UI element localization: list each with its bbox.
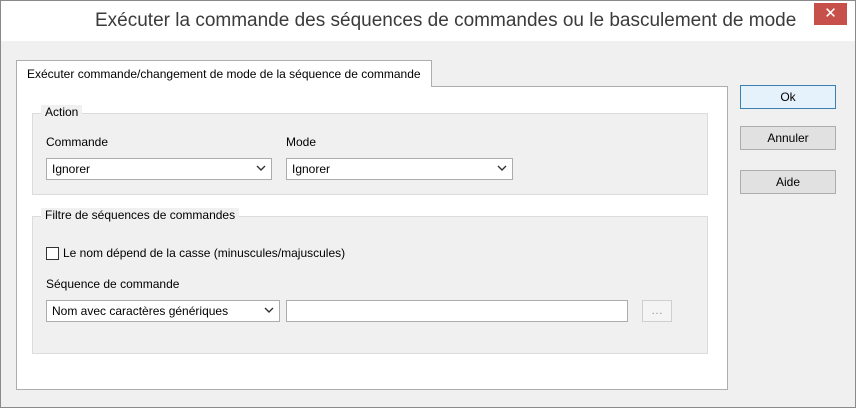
case-sensitive-label: Le nom dépend de la casse (minuscules/ma…: [63, 246, 346, 260]
chevron-down-icon: [256, 165, 266, 171]
mode-select[interactable]: Ignorer: [286, 158, 513, 180]
window-title: Exécuter la commande des séquences de co…: [95, 10, 797, 31]
case-sensitive-checkbox[interactable]: [46, 247, 59, 260]
sequence-name-input[interactable]: [286, 300, 628, 322]
close-button[interactable]: ✕: [814, 3, 847, 25]
help-button[interactable]: Aide: [740, 170, 836, 194]
chevron-down-icon: [264, 307, 274, 313]
filter-group-title: Filtre de séquences de commandes: [41, 208, 240, 222]
filter-groupbox: Filtre de séquences de commandes Le nom …: [32, 208, 708, 354]
title-bar[interactable]: Exécuter la commande des séquences de co…: [1, 1, 855, 41]
action-groupbox: Action Commande Ignorer Mode Ignorer: [32, 105, 708, 195]
sequence-label: Séquence de commande: [46, 277, 180, 291]
action-group-title: Action: [41, 105, 83, 119]
mode-select-value: Ignorer: [292, 162, 331, 176]
cancel-button[interactable]: Annuler: [740, 126, 836, 150]
mode-label: Mode: [286, 135, 317, 149]
browse-button[interactable]: …: [642, 300, 672, 322]
sequence-type-value: Nom avec caractères génériques: [52, 304, 229, 318]
ok-button[interactable]: Ok: [740, 85, 836, 109]
command-label: Commande: [46, 135, 109, 149]
command-select-value: Ignorer: [52, 162, 91, 176]
command-select[interactable]: Ignorer: [46, 158, 272, 180]
tab-panel: Action Commande Ignorer Mode Ignorer Fil…: [16, 86, 728, 390]
chevron-down-icon: [497, 165, 507, 171]
tab-execute-command[interactable]: Exécuter commande/changement de mode de …: [16, 60, 432, 87]
sequence-type-select[interactable]: Nom avec caractères génériques: [46, 300, 280, 322]
close-icon: ✕: [824, 5, 837, 22]
